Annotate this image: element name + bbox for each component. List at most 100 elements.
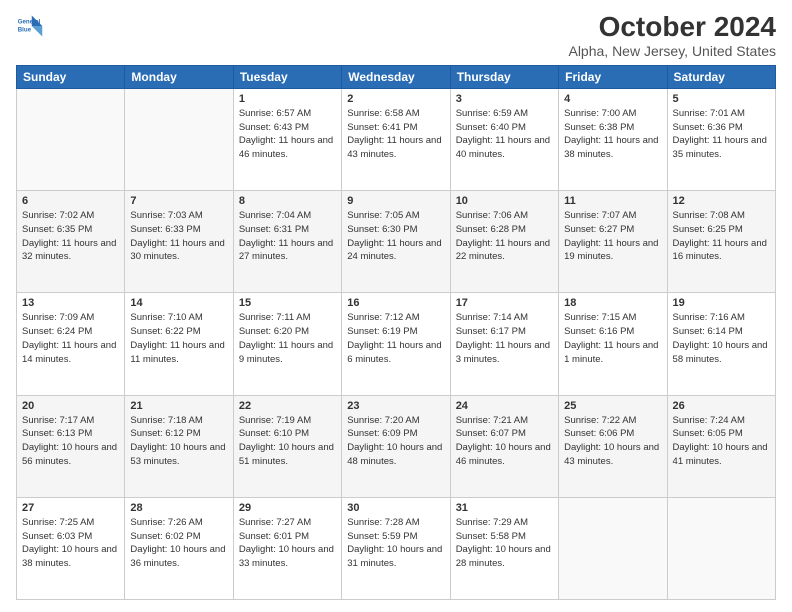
day-info: Sunrise: 7:15 AM Sunset: 6:16 PM Dayligh… [564, 311, 661, 366]
month-year-title: October 2024 [568, 12, 776, 43]
calendar-week-row: 27 Sunrise: 7:25 AM Sunset: 6:03 PM Dayli… [17, 497, 776, 599]
day-number: 24 [456, 400, 553, 412]
day-info: Sunrise: 7:18 AM Sunset: 6:12 PM Dayligh… [130, 414, 227, 469]
day-number: 27 [22, 502, 119, 514]
table-row: 5 Sunrise: 7:01 AM Sunset: 6:36 PM Daylig… [667, 88, 775, 190]
day-info: Sunrise: 7:08 AM Sunset: 6:25 PM Dayligh… [673, 209, 770, 264]
table-row: 19 Sunrise: 7:16 AM Sunset: 6:14 PM Dayli… [667, 293, 775, 395]
calendar-week-row: 6Sunrise: 7:02 AM Sunset: 6:35 PM Daylig… [17, 191, 776, 293]
col-monday: Monday [125, 65, 233, 88]
table-row [667, 497, 775, 599]
table-row: 21Sunrise: 7:18 AM Sunset: 6:12 PM Dayli… [125, 395, 233, 497]
day-info: Sunrise: 7:16 AM Sunset: 6:14 PM Dayligh… [673, 311, 770, 366]
day-number: 14 [130, 297, 227, 309]
day-info: Sunrise: 7:01 AM Sunset: 6:36 PM Dayligh… [673, 107, 770, 162]
day-number: 23 [347, 400, 444, 412]
day-number: 18 [564, 297, 661, 309]
day-number: 22 [239, 400, 336, 412]
table-row: 11 Sunrise: 7:07 AM Sunset: 6:27 PM Dayli… [559, 191, 667, 293]
table-row: 25 Sunrise: 7:22 AM Sunset: 6:06 PM Dayli… [559, 395, 667, 497]
day-number: 25 [564, 400, 661, 412]
day-number: 13 [22, 297, 119, 309]
calendar-header-row: Sunday Monday Tuesday Wednesday Thursday… [17, 65, 776, 88]
calendar-table: Sunday Monday Tuesday Wednesday Thursday… [16, 65, 776, 600]
table-row: 20 Sunrise: 7:17 AM Sunset: 6:13 PM Dayli… [17, 395, 125, 497]
day-number: 2 [347, 93, 444, 105]
day-info: Sunrise: 7:11 AM Sunset: 6:20 PM Dayligh… [239, 311, 336, 366]
table-row: 31Sunrise: 7:29 AM Sunset: 5:58 PM Dayli… [450, 497, 558, 599]
col-saturday: Saturday [667, 65, 775, 88]
day-info: Sunrise: 7:10 AM Sunset: 6:22 PM Dayligh… [130, 311, 227, 366]
day-number: 1 [239, 93, 336, 105]
day-info: Sunrise: 7:20 AM Sunset: 6:09 PM Dayligh… [347, 414, 444, 469]
table-row: 4 Sunrise: 7:00 AM Sunset: 6:38 PM Daylig… [559, 88, 667, 190]
table-row: 12Sunrise: 7:08 AM Sunset: 6:25 PM Dayli… [667, 191, 775, 293]
day-number: 11 [564, 195, 661, 207]
table-row: 16Sunrise: 7:12 AM Sunset: 6:19 PM Dayli… [342, 293, 450, 395]
table-row: 18 Sunrise: 7:15 AM Sunset: 6:16 PM Dayli… [559, 293, 667, 395]
table-row: 14 Sunrise: 7:10 AM Sunset: 6:22 PM Dayli… [125, 293, 233, 395]
day-number: 10 [456, 195, 553, 207]
day-info: Sunrise: 7:24 AM Sunset: 6:05 PM Dayligh… [673, 414, 770, 469]
day-info: Sunrise: 7:21 AM Sunset: 6:07 PM Dayligh… [456, 414, 553, 469]
day-number: 17 [456, 297, 553, 309]
table-row: 8 Sunrise: 7:04 AM Sunset: 6:31 PM Daylig… [233, 191, 341, 293]
table-row: 27 Sunrise: 7:25 AM Sunset: 6:03 PM Dayli… [17, 497, 125, 599]
day-info: Sunrise: 7:28 AM Sunset: 5:59 PM Dayligh… [347, 516, 444, 571]
table-row: 13Sunrise: 7:09 AM Sunset: 6:24 PM Dayli… [17, 293, 125, 395]
logo: General Blue [16, 12, 44, 40]
day-number: 19 [673, 297, 770, 309]
day-number: 6 [22, 195, 119, 207]
day-number: 5 [673, 93, 770, 105]
location-subtitle: Alpha, New Jersey, United States [568, 43, 776, 59]
table-row: 23 Sunrise: 7:20 AM Sunset: 6:09 PM Dayli… [342, 395, 450, 497]
table-row: 10 Sunrise: 7:06 AM Sunset: 6:28 PM Dayli… [450, 191, 558, 293]
calendar-week-row: 1 Sunrise: 6:57 AM Sunset: 6:43 PM Daylig… [17, 88, 776, 190]
table-row: 2 Sunrise: 6:58 AM Sunset: 6:41 PM Daylig… [342, 88, 450, 190]
table-row: 24 Sunrise: 7:21 AM Sunset: 6:07 PM Dayli… [450, 395, 558, 497]
day-number: 7 [130, 195, 227, 207]
day-info: Sunrise: 7:00 AM Sunset: 6:38 PM Dayligh… [564, 107, 661, 162]
day-info: Sunrise: 7:04 AM Sunset: 6:31 PM Dayligh… [239, 209, 336, 264]
day-number: 29 [239, 502, 336, 514]
day-info: Sunrise: 7:06 AM Sunset: 6:28 PM Dayligh… [456, 209, 553, 264]
table-row: 7 Sunrise: 7:03 AM Sunset: 6:33 PM Daylig… [125, 191, 233, 293]
day-info: Sunrise: 7:05 AM Sunset: 6:30 PM Dayligh… [347, 209, 444, 264]
table-row: 29 Sunrise: 7:27 AM Sunset: 6:01 PM Dayli… [233, 497, 341, 599]
table-row [17, 88, 125, 190]
day-number: 20 [22, 400, 119, 412]
day-number: 3 [456, 93, 553, 105]
table-row: 15 Sunrise: 7:11 AM Sunset: 6:20 PM Dayli… [233, 293, 341, 395]
logo-icon: General Blue [16, 12, 44, 40]
svg-text:Blue: Blue [18, 26, 32, 33]
day-number: 15 [239, 297, 336, 309]
calendar-week-row: 13Sunrise: 7:09 AM Sunset: 6:24 PM Dayli… [17, 293, 776, 395]
table-row: 9Sunrise: 7:05 AM Sunset: 6:30 PM Daylig… [342, 191, 450, 293]
table-row: 30 Sunrise: 7:28 AM Sunset: 5:59 PM Dayli… [342, 497, 450, 599]
day-info: Sunrise: 7:03 AM Sunset: 6:33 PM Dayligh… [130, 209, 227, 264]
table-row: 3Sunrise: 6:59 AM Sunset: 6:40 PM Daylig… [450, 88, 558, 190]
table-row: 17 Sunrise: 7:14 AM Sunset: 6:17 PM Dayli… [450, 293, 558, 395]
table-row [559, 497, 667, 599]
day-info: Sunrise: 7:12 AM Sunset: 6:19 PM Dayligh… [347, 311, 444, 366]
day-info: Sunrise: 7:17 AM Sunset: 6:13 PM Dayligh… [22, 414, 119, 469]
day-number: 30 [347, 502, 444, 514]
calendar-week-row: 20 Sunrise: 7:17 AM Sunset: 6:13 PM Dayli… [17, 395, 776, 497]
day-info: Sunrise: 7:25 AM Sunset: 6:03 PM Dayligh… [22, 516, 119, 571]
table-row: 26 Sunrise: 7:24 AM Sunset: 6:05 PM Dayli… [667, 395, 775, 497]
day-number: 4 [564, 93, 661, 105]
title-block: October 2024 Alpha, New Jersey, United S… [568, 12, 776, 59]
day-info: Sunrise: 7:22 AM Sunset: 6:06 PM Dayligh… [564, 414, 661, 469]
day-info: Sunrise: 7:07 AM Sunset: 6:27 PM Dayligh… [564, 209, 661, 264]
day-info: Sunrise: 7:14 AM Sunset: 6:17 PM Dayligh… [456, 311, 553, 366]
day-number: 26 [673, 400, 770, 412]
day-info: Sunrise: 7:27 AM Sunset: 6:01 PM Dayligh… [239, 516, 336, 571]
table-row [125, 88, 233, 190]
table-row: 1 Sunrise: 6:57 AM Sunset: 6:43 PM Daylig… [233, 88, 341, 190]
col-friday: Friday [559, 65, 667, 88]
day-info: Sunrise: 6:57 AM Sunset: 6:43 PM Dayligh… [239, 107, 336, 162]
day-info: Sunrise: 7:19 AM Sunset: 6:10 PM Dayligh… [239, 414, 336, 469]
page-header: General Blue October 2024 Alpha, New Jer… [16, 12, 776, 59]
day-number: 8 [239, 195, 336, 207]
day-info: Sunrise: 6:58 AM Sunset: 6:41 PM Dayligh… [347, 107, 444, 162]
